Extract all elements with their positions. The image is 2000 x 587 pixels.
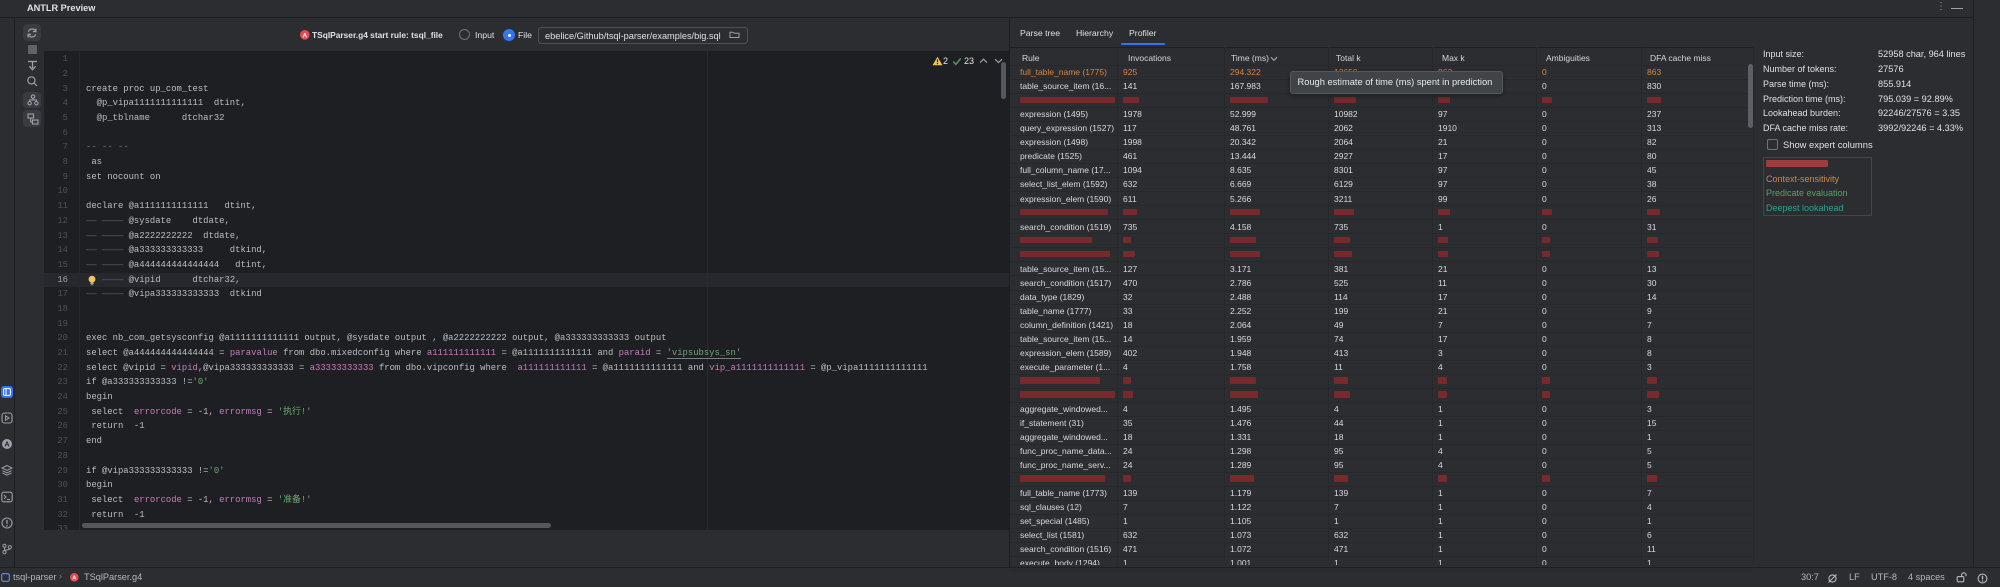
svg-text:A: A [302,32,307,39]
svg-text:A: A [4,442,9,449]
